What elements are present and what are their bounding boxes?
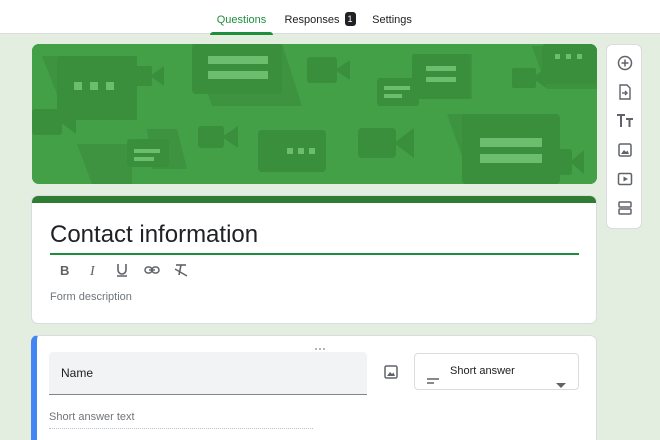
add-image-icon[interactable] [613, 138, 637, 162]
tab-responses[interactable]: Responses 1 [281, 0, 359, 34]
add-title-icon[interactable] [613, 109, 637, 133]
tab-responses-label: Responses [284, 14, 340, 26]
underline-icon[interactable] [110, 260, 134, 280]
svg-text:I: I [89, 264, 96, 277]
question-card[interactable]: Name Short answer Short answer text [31, 335, 597, 440]
header-banner-image [32, 44, 597, 184]
tab-questions-label: Questions [216, 14, 267, 26]
form-description-input[interactable]: Form description [50, 291, 132, 303]
short-answer-icon [426, 366, 440, 401]
side-toolbar [606, 44, 642, 229]
tab-settings-label: Settings [372, 14, 412, 26]
question-title-input[interactable]: Name [49, 352, 367, 395]
question-type-label: Short answer [450, 365, 515, 377]
tab-questions[interactable]: Questions [210, 0, 273, 35]
responses-count-badge: 1 [344, 12, 356, 26]
drag-handle-icon[interactable] [314, 342, 328, 354]
add-question-icon[interactable] [613, 51, 637, 75]
form-title-input[interactable]: Contact information [50, 218, 579, 255]
clear-format-icon[interactable] [169, 260, 193, 280]
title-card-accent-strip [32, 196, 596, 203]
italic-icon[interactable]: I [81, 260, 105, 280]
add-section-icon[interactable] [613, 196, 637, 220]
chevron-down-icon [556, 369, 566, 404]
tab-settings[interactable]: Settings [368, 0, 416, 34]
question-type-dropdown[interactable]: Short answer [414, 353, 579, 390]
add-image-icon[interactable] [380, 361, 402, 383]
top-tab-bar: Questions Responses 1 Settings [0, 0, 660, 35]
form-title-card: Contact information B I Form description [31, 195, 597, 324]
bold-icon[interactable]: B [52, 260, 76, 280]
import-questions-icon[interactable] [613, 80, 637, 104]
add-video-icon[interactable] [613, 167, 637, 191]
svg-text:B: B [60, 263, 69, 277]
link-icon[interactable] [140, 260, 164, 280]
short-answer-placeholder: Short answer text [49, 411, 313, 429]
